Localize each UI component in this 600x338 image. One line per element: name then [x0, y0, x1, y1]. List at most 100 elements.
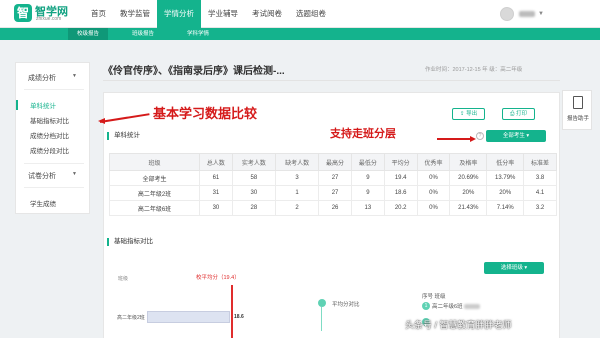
annotation-arrow-head [470, 136, 476, 142]
table-cell: 13.79% [486, 170, 525, 186]
annotation-basic-data: 基本学习数据比较 [153, 107, 258, 122]
nav-exam-grading[interactable]: 考试阅卷 [245, 0, 289, 28]
sidebar-item-student-scores[interactable]: 学生成绩 [16, 198, 91, 208]
table-cell: 1 [274, 185, 320, 201]
table-row: 全部考生 61 58 3 27 9 19.4 0% 20.69% 13.79% … [109, 170, 557, 186]
report-assistant-label: 报告助手 [566, 116, 589, 122]
bar-value-label: 18.6 [234, 314, 244, 320]
legend-header: 序号 班级 [422, 294, 446, 300]
table-cell: 27 [318, 170, 352, 186]
table-row: 高二年级2班 31 30 1 27 9 18.6 0% 20% 20% 4.1 [109, 185, 557, 201]
school-average-label: 校平均分（19.4） [196, 275, 240, 281]
export-icon: ⇪ [459, 111, 465, 117]
sidebar: 成绩分析 ▼ 单科统计 基础指标对比 成绩分档对比 成绩分段对比 试卷分析 ▼ … [15, 62, 90, 214]
sidebar-item-score-tiers[interactable]: 成绩分档对比 [16, 130, 91, 140]
connector-line [321, 307, 322, 331]
sidebar-group-score-analysis[interactable]: 成绩分析 ▼ [16, 73, 91, 83]
avatar[interactable] [500, 7, 514, 21]
column-header: 总人数 [199, 153, 233, 171]
legend-item-1: 1 高二年级6班 [422, 302, 481, 311]
divider [103, 80, 560, 81]
logo-domain: zhixue.com [36, 16, 62, 22]
table-cell: 27 [318, 185, 352, 201]
section-title-single-subject: 单科统计 [107, 132, 140, 140]
section-title-basic-indicators: 基础指标对比 [107, 238, 153, 246]
legend-class-name: 高二年级6班 [431, 304, 463, 310]
sidebar-item-single-subject[interactable]: 单科统计 [16, 100, 91, 110]
table-cell: 高二年级2班 [109, 185, 200, 201]
table-cell: 3.2 [523, 200, 557, 216]
help-icon[interactable]: ? [476, 132, 484, 140]
nav-tutoring[interactable]: 学业辅导 [201, 0, 245, 28]
exam-title: 《伶官传序》、《指南录后序》课后检测-... [103, 66, 285, 77]
divider [24, 163, 84, 164]
export-button[interactable]: ⇪ 导出 [452, 108, 485, 120]
column-header: 及格率 [449, 153, 488, 171]
caret-down-icon: ▾ [526, 133, 530, 139]
select-class-dropdown[interactable]: 选择班级 ▾ [484, 262, 544, 274]
column-header: 最低分 [350, 153, 385, 171]
sub-navbar: 校级报告 班级报告 学科学情 [0, 28, 600, 40]
user-menu[interactable]: ▼ [500, 6, 544, 22]
table-cell: 9 [350, 185, 385, 201]
table-cell: 58 [231, 170, 276, 186]
column-header: 优秀率 [416, 153, 451, 171]
nav-home[interactable]: 首页 [84, 0, 113, 28]
table-cell: 0% [416, 170, 451, 186]
table-cell: 30 [231, 185, 276, 201]
table-cell: 3 [274, 170, 320, 186]
print-button[interactable]: ⎙ 打印 [502, 108, 535, 120]
chevron-down-icon[interactable]: ▼ [538, 11, 544, 17]
tab-class-report[interactable]: 班级报告 [123, 28, 163, 40]
column-header: 缺考人数 [274, 153, 320, 171]
table-cell: 18.6 [383, 185, 418, 201]
table-cell: 2 [274, 200, 320, 216]
column-header: 低分率 [486, 153, 525, 171]
document-icon [573, 96, 583, 109]
annotation-arrow-head [98, 118, 105, 124]
printer-icon: ⎙ [510, 111, 515, 117]
nav-question-bank[interactable]: 选题组卷 [289, 0, 333, 28]
sidebar-group-label: 试卷分析 [28, 173, 56, 180]
legend-number-icon: 1 [422, 302, 430, 311]
table-cell: 26 [318, 200, 352, 216]
table-cell: 4.1 [523, 185, 557, 201]
divider [24, 89, 84, 90]
tab-school-report[interactable]: 校级报告 [68, 28, 108, 40]
column-header: 平均分 [383, 153, 418, 171]
table-cell: 0% [416, 185, 451, 201]
annotation-class-layering: 支持走班分层 [330, 127, 396, 140]
school-average-line [231, 285, 233, 338]
watermark: 头条号 / 智慧教育胖胖老师 [405, 320, 512, 330]
sidebar-group-paper-analysis[interactable]: 试卷分析 ▼ [16, 171, 91, 181]
table-cell: 21.43% [449, 200, 488, 216]
sidebar-item-score-bands[interactable]: 成绩分段对比 [16, 145, 91, 155]
compare-dot [318, 299, 326, 307]
table-cell: 3.8 [523, 170, 557, 186]
column-header: 实考人数 [231, 153, 276, 171]
logo[interactable]: 智 智学网 zhixue.com [14, 3, 74, 25]
column-header: 标准差 [523, 153, 557, 171]
class-average-bar [147, 311, 230, 323]
logo-mark: 智 [14, 4, 32, 22]
axis-label: 班级 [118, 276, 129, 282]
caret-down-icon: ▾ [524, 265, 528, 271]
caret-down-icon: ▼ [72, 171, 77, 177]
sidebar-item-basic-indicators[interactable]: 基础指标对比 [16, 115, 91, 125]
nav-learning-analysis[interactable]: 学情分析 [157, 0, 201, 28]
caret-down-icon: ▼ [72, 73, 77, 79]
tab-subject-report[interactable]: 学科学情 [178, 28, 218, 40]
table-header-row: 班级 总人数 实考人数 缺考人数 最高分 最低分 平均分 优秀率 及格率 低分率… [109, 153, 557, 171]
exam-meta: 作业时间：2017-12-15 年 级：高二年级 [425, 67, 523, 73]
table-cell: 9 [350, 170, 385, 186]
table-row: 高二年级6班 30 28 2 26 13 20.2 0% 21.43% 7.14… [109, 200, 557, 216]
annotation-arrow-line [437, 138, 471, 140]
table-cell: 20.2 [383, 200, 418, 216]
student-filter-dropdown[interactable]: 全部考生 ▾ [486, 130, 546, 142]
report-assistant-button[interactable]: 报告助手 [562, 90, 592, 130]
nav-teaching-supervision[interactable]: 教学监管 [113, 0, 157, 28]
table-cell: 全部考生 [109, 170, 200, 186]
table-cell: 0% [416, 200, 451, 216]
column-header: 班级 [109, 153, 200, 171]
stats-table: 班级 总人数 实考人数 缺考人数 最高分 最低分 平均分 优秀率 及格率 低分率… [109, 153, 557, 216]
